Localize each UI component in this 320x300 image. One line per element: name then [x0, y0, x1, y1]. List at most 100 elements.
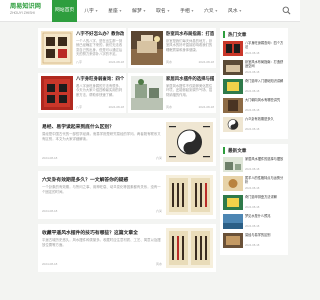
- article-card[interactable]: 卧室风水布局指南：打造舒适空间 卧室是我们每天休息的地方，卧室风水的好坏直接影响…: [128, 28, 216, 68]
- article-thumbnail[interactable]: [223, 98, 243, 113]
- article-excerpt: 平遥古城历史悠久，风水摆件种类繁多。收藏时应注意材质、工艺、寓意以及摆放位置等方…: [42, 238, 161, 247]
- list-item[interactable]: 六爻卦有效期是多久 2024-08-18: [223, 117, 285, 134]
- nav-item-liuyao[interactable]: 六爻▼: [201, 0, 221, 22]
- nav-item-bazi[interactable]: 八字▼: [81, 0, 101, 22]
- article-thumbnail[interactable]: [166, 122, 213, 162]
- article-thumbnail[interactable]: [223, 79, 243, 94]
- article-excerpt: 一个人的八字，是在出生那一刻就已经确定下来的，我们无法改变自己的出身，但是可以通…: [76, 39, 123, 56]
- item-date: 2024-08-18: [245, 242, 260, 247]
- article-meta: 八字 2024-08-18: [76, 60, 124, 64]
- chevron-down-icon: ▼: [94, 9, 99, 13]
- article-date: 2024-08-18: [42, 209, 58, 213]
- article-title[interactable]: 收藏平遥风水摆件的技巧有哪些？这篇文章全: [42, 229, 160, 235]
- article-card[interactable]: 易经、易学读起来到底什么区别？ 易经是中国古代的一部哲学经典，而易学则是研究易经…: [38, 118, 216, 166]
- article-card[interactable]: 六爻卦有效期是多久？一文解答你的疑惑 一个卦象的有效期，与所问之事、用神旺衰、动…: [38, 171, 216, 219]
- article-thumbnail[interactable]: [131, 76, 163, 110]
- list-item[interactable]: 大门朝向风水有哪些讲究 2024-08-18: [223, 98, 285, 115]
- article-thumbnail[interactable]: [223, 195, 243, 210]
- article-title[interactable]: 易经、易学读起来到底什么区别？: [42, 123, 160, 129]
- article-meta: 八字 2024-08-18: [76, 105, 124, 109]
- item-title[interactable]: 卧室风水布局指南：打造舒适空间: [245, 60, 285, 68]
- article-excerpt: 易经是中国古代的一部哲学经典，而易学则是研究易经的学问。两者既有联系又有区别，本…: [42, 132, 161, 141]
- item-title[interactable]: 六爻卦有效期是多久: [245, 117, 285, 125]
- nav-item-jiemeng[interactable]: 解梦▼: [129, 0, 149, 22]
- item-date: 2024-08-18: [245, 223, 260, 228]
- article-category[interactable]: 风水: [166, 60, 172, 64]
- chevron-down-icon: ▼: [166, 9, 171, 13]
- article-thumbnail[interactable]: [166, 228, 213, 268]
- item-title[interactable]: 属羊人的性格特点与运势分析: [245, 176, 285, 184]
- article-card[interactable]: 八字不好怎么办？教你改运 一个人的八字，是在出生那一刻就已经确定下来的，我们无法…: [38, 28, 126, 68]
- nav-item-home[interactable]: 网站首页: [52, 0, 78, 22]
- article-thumbnail[interactable]: [223, 214, 243, 229]
- article-card[interactable]: 家居风水摆件的选择与摆放 家居风水摆件不仅能够美化居住环境，还能够起到调节气场、…: [128, 73, 216, 113]
- widget-hot-articles: 热门文章 八字身旺身弱查询：四个方法 2024-08-18 卧室风水布局指南：打造…: [220, 28, 288, 139]
- article-title[interactable]: 八字不好怎么办？教你改运: [76, 31, 124, 37]
- article-thumbnail[interactable]: [166, 175, 213, 215]
- item-title[interactable]: 梦见水是什么预兆: [245, 214, 285, 222]
- article-excerpt: 一个卦象的有效期，与所问之事、用神旺衰、动爻变化等因素都有关系，没有一个固定的时…: [42, 185, 161, 194]
- article-category[interactable]: 风水: [166, 105, 172, 109]
- nav-item-shouxiang[interactable]: 手相▼: [177, 0, 197, 22]
- article-title[interactable]: 六爻卦有效期是多久？一文解答你的疑惑: [42, 176, 160, 182]
- list-item[interactable]: 卧室风水布局指南：打造舒适空间 2024-08-18: [223, 60, 285, 77]
- article-category[interactable]: 八字: [76, 60, 82, 64]
- search-icon[interactable]: [282, 6, 291, 15]
- chevron-down-icon: ▼: [190, 9, 195, 13]
- widget-title: 热门文章: [223, 31, 285, 38]
- item-title[interactable]: 家居风水摆件的选择与摆放: [245, 157, 285, 165]
- widget-latest-articles: 最新文章 家居风水摆件的选择与摆放 2024-08-18 属羊人的性格特点与运势分…: [220, 144, 288, 255]
- item-date: 2024-08-18: [245, 166, 260, 171]
- article-meta: 风水 2024-08-18: [166, 105, 214, 109]
- article-title[interactable]: 八字身旺身弱查询：四个方法: [76, 76, 124, 82]
- article-thumbnail[interactable]: [223, 176, 243, 191]
- article-excerpt: 家居风水摆件不仅能够美化居住环境，还能够起到调节气场、招财纳福的作用。: [166, 84, 213, 97]
- sidebar: 热门文章 八字身旺身弱查询：四个方法 2024-08-18 卧室风水布局指南：打造…: [220, 28, 288, 260]
- nav-item-quming[interactable]: 取名▼: [153, 0, 173, 22]
- article-thumbnail[interactable]: [223, 117, 243, 132]
- list-item[interactable]: 易经与易学的区别 2024-08-18: [223, 233, 285, 250]
- article-category[interactable]: 八字: [76, 105, 82, 109]
- list-item[interactable]: 八字身旺身弱查询：四个方法 2024-08-18: [223, 41, 285, 58]
- list-item[interactable]: 家居风水摆件的选择与摆放 2024-08-18: [223, 157, 285, 174]
- list-item[interactable]: 梦见水是什么预兆 2024-08-18: [223, 214, 285, 231]
- article-title[interactable]: 家居风水摆件的选择与摆放: [166, 76, 214, 82]
- article-card[interactable]: 收藏平遥风水摆件的技巧有哪些？这篇文章全 平遥古城历史悠久，风水摆件种类繁多。收…: [38, 224, 216, 272]
- list-item[interactable]: 奇门遁甲排盘方法详解 2024-08-18: [223, 195, 285, 212]
- item-title[interactable]: 易经与易学的区别: [245, 233, 285, 241]
- item-title[interactable]: 奇门遁甲排盘方法详解: [245, 195, 285, 203]
- item-date: 2024-08-18: [245, 107, 260, 112]
- site-name: 周易知识网: [10, 3, 41, 10]
- article-title[interactable]: 卧室风水布局指南：打造舒适空间: [166, 31, 214, 37]
- item-title[interactable]: 奇门遁甲入门基础知识讲解: [245, 79, 285, 87]
- site-logo[interactable]: 周易知识网 ZHOUYI ZHISHI: [10, 3, 41, 16]
- article-meta: 2024-08-18 六爻: [42, 156, 162, 160]
- site-header: 周易知识网 ZHOUYI ZHISHI 网站首页 八字▼ 星座▼ 解梦▼ 取名▼…: [0, 0, 300, 22]
- article-category[interactable]: 六爻: [156, 156, 162, 160]
- article-thumbnail[interactable]: [223, 157, 243, 172]
- item-date: 2024-08-18: [245, 88, 260, 93]
- article-date: 2024-08-18: [42, 262, 58, 266]
- item-date: 2024-08-18: [245, 204, 260, 209]
- nav-item-xingzuo[interactable]: 星座▼: [105, 0, 125, 22]
- article-thumbnail[interactable]: [223, 41, 243, 56]
- article-category[interactable]: 六爻: [156, 209, 162, 213]
- article-thumbnail[interactable]: [223, 60, 243, 75]
- article-category[interactable]: 风水: [156, 262, 162, 266]
- list-item[interactable]: 属羊人的性格特点与运势分析 2024-08-18: [223, 176, 285, 193]
- item-title[interactable]: 八字身旺身弱查询：四个方法: [245, 41, 285, 49]
- nav-item-fengshui[interactable]: 风水▼: [225, 0, 245, 22]
- article-meta: 风水 2024-08-18: [166, 60, 214, 64]
- article-thumbnail[interactable]: [41, 31, 73, 65]
- article-thumbnail[interactable]: [41, 76, 73, 110]
- article-card[interactable]: 八字身旺身弱查询：四个方法 看八字身旺身弱的方法有很多，今天为大家介绍四种最实用…: [38, 73, 126, 113]
- item-title[interactable]: 大门朝向风水有哪些讲究: [245, 98, 285, 106]
- item-date: 2024-08-18: [245, 50, 260, 55]
- article-thumbnail[interactable]: [223, 233, 243, 248]
- article-date: 2024-08-18: [108, 60, 124, 64]
- article-thumbnail[interactable]: [131, 31, 163, 65]
- chevron-down-icon: ▼: [214, 9, 219, 13]
- item-date: 2024-08-18: [245, 69, 260, 74]
- list-item[interactable]: 奇门遁甲入门基础知识讲解 2024-08-18: [223, 79, 285, 96]
- article-date: 2024-08-18: [198, 60, 214, 64]
